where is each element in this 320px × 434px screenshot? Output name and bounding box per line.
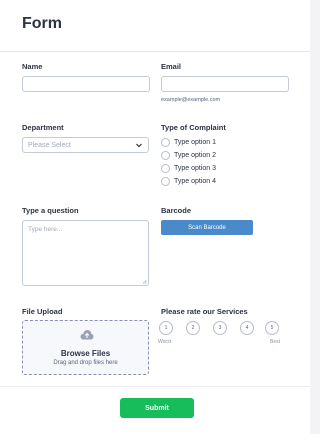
file-upload-dropzone[interactable]: Browse Files Drag and drop files here <box>22 320 149 375</box>
radio-label: Type option 2 <box>174 151 217 159</box>
name-input[interactable] <box>22 76 150 92</box>
scan-barcode-button[interactable]: Scan Barcode <box>161 220 253 235</box>
question-placeholder: Type here... <box>28 226 63 233</box>
chevron-down-icon <box>136 143 142 148</box>
footer-divider <box>0 386 310 387</box>
radio-label: Type option 4 <box>174 177 217 185</box>
complaint-option-1[interactable]: Type option 1 <box>161 137 216 147</box>
department-label: Department <box>22 123 64 132</box>
rating-option-4[interactable]: 4 <box>240 321 254 335</box>
rating-option-1[interactable]: 1 <box>159 321 173 335</box>
department-select[interactable]: Please Select <box>22 137 149 153</box>
rating-option-5[interactable]: 5 <box>265 321 279 335</box>
email-sublabel: example@example.com <box>161 97 221 103</box>
complaint-option-4[interactable]: Type option 4 <box>161 176 216 186</box>
submit-button[interactable]: Submit <box>120 398 194 418</box>
radio-button[interactable] <box>161 137 170 147</box>
resize-handle-icon[interactable] <box>142 279 147 284</box>
radio-label: Type option 3 <box>174 164 217 172</box>
rating-low-label: Worst <box>158 339 171 345</box>
question-label: Type a question <box>22 206 79 215</box>
radio-button[interactable] <box>161 176 170 186</box>
complaint-option-3[interactable]: Type option 3 <box>161 163 216 173</box>
complaint-label: Type of Complaint <box>161 123 226 132</box>
rating-high-label: Best <box>270 339 281 345</box>
email-label: Email <box>161 62 182 71</box>
drag-drop-text: Drag and drop files here <box>53 360 118 366</box>
form-title: Form <box>22 15 62 32</box>
form-header: Form <box>0 0 310 52</box>
department-selected-value: Please Select <box>28 142 71 149</box>
radio-button[interactable] <box>161 163 170 173</box>
question-textarea[interactable]: Type here... <box>22 220 149 286</box>
radio-label: Type option 1 <box>174 138 217 146</box>
cloud-upload-icon <box>80 330 94 340</box>
radio-button[interactable] <box>161 150 170 160</box>
complaint-option-2[interactable]: Type option 2 <box>161 150 216 160</box>
rating-label: Please rate our Services <box>161 307 248 316</box>
email-input[interactable] <box>161 76 289 92</box>
upload-label: File Upload <box>22 307 63 316</box>
browse-files-text: Browse Files <box>60 349 111 358</box>
rating-option-2[interactable]: 2 <box>186 321 200 335</box>
form-card: Form Name Email example@example.com Depa… <box>0 0 310 434</box>
name-label: Name <box>22 62 43 71</box>
barcode-label: Barcode <box>161 206 192 215</box>
rating-option-3[interactable]: 3 <box>213 321 227 335</box>
